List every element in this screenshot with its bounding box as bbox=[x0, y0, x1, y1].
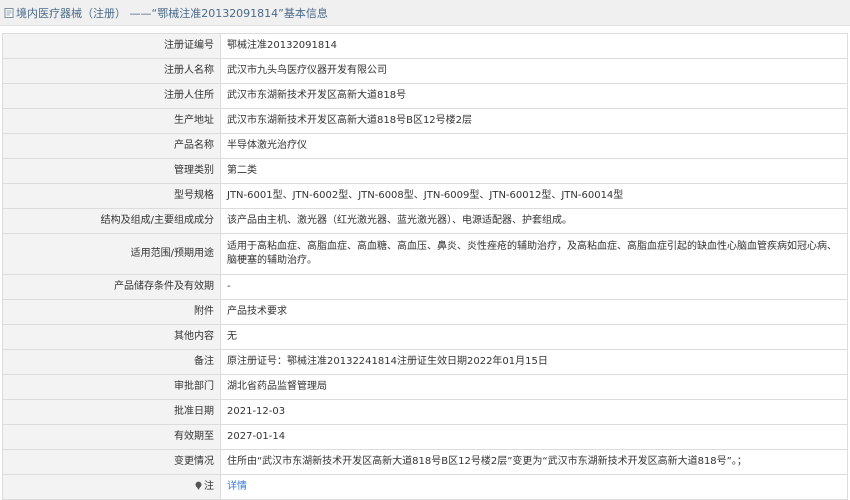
field-value: 第二类 bbox=[220, 158, 848, 184]
table-row-note: 注 详情 bbox=[2, 474, 848, 500]
field-value: 原注册证号：鄂械注准20132241814注册证生效日期2022年01月15日 bbox=[220, 349, 848, 375]
field-value: 武汉市东湖新技术开发区高新大道818号B区12号楼2层 bbox=[220, 108, 848, 134]
field-label: 注册证编号 bbox=[2, 33, 221, 59]
field-value: 该产品由主机、激光器（红光激光器、蓝光激光器）、电源适配器、护套组成。 bbox=[220, 208, 848, 234]
table-row: 结构及组成/主要组成成分 该产品由主机、激光器（红光激光器、蓝光激光器）、电源适… bbox=[2, 208, 848, 234]
field-value: 适用于高粘血症、高脂血症、高血糖、高血压、鼻炎、炎性痤疮的辅助治疗，及高粘血症、… bbox=[220, 233, 848, 275]
field-value: 住所由“武汉市东湖新技术开发区高新大道818号B区12号楼2层”变更为“武汉市东… bbox=[220, 449, 848, 475]
info-table: 注册证编号 鄂械注准20132091814 注册人名称 武汉市九头鸟医疗仪器开发… bbox=[2, 33, 848, 500]
field-label: 其他内容 bbox=[2, 324, 221, 350]
field-label: 备注 bbox=[2, 349, 221, 375]
table-row: 其他内容 无 bbox=[2, 324, 848, 350]
table-row: 生产地址 武汉市东湖新技术开发区高新大道818号B区12号楼2层 bbox=[2, 108, 848, 134]
field-label: 批准日期 bbox=[2, 399, 221, 425]
field-value: JTN-6001型、JTN-6002型、JTN-6008型、JTN-6009型、… bbox=[220, 183, 848, 209]
table-row: 注册人名称 武汉市九头鸟医疗仪器开发有限公司 bbox=[2, 58, 848, 84]
field-label: 适用范围/预期用途 bbox=[2, 233, 221, 275]
details-link[interactable]: 详情 bbox=[227, 481, 247, 492]
field-label: 生产地址 bbox=[2, 108, 221, 134]
table-row: 附件 产品技术要求 bbox=[2, 299, 848, 325]
field-label: 产品储存条件及有效期 bbox=[2, 274, 221, 300]
field-value: 湖北省药品监督管理局 bbox=[220, 374, 848, 400]
table-row: 备注 原注册证号：鄂械注准20132241814注册证生效日期2022年01月1… bbox=[2, 349, 848, 375]
note-value-cell: 详情 bbox=[220, 474, 848, 500]
table-row: 管理类别 第二类 bbox=[2, 158, 848, 184]
field-value: 武汉市九头鸟医疗仪器开发有限公司 bbox=[220, 58, 848, 84]
field-label: 注册人名称 bbox=[2, 58, 221, 84]
field-value: 半导体激光治疗仪 bbox=[220, 133, 848, 159]
table-row: 审批部门 湖北省药品监督管理局 bbox=[2, 374, 848, 400]
field-label: 有效期至 bbox=[2, 424, 221, 450]
note-label: 注 bbox=[204, 481, 214, 492]
table-row: 产品储存条件及有效期 - bbox=[2, 274, 848, 300]
page-title-bar: 境内医疗器械（注册） ——“鄂械注准20132091814”基本信息 bbox=[0, 0, 850, 26]
field-label: 附件 bbox=[2, 299, 221, 325]
field-value: 鄂械注准20132091814 bbox=[220, 33, 848, 59]
table-row: 注册人住所 武汉市东湖新技术开发区高新大道818号 bbox=[2, 83, 848, 109]
field-label: 注册人住所 bbox=[2, 83, 221, 109]
field-label: 型号规格 bbox=[2, 183, 221, 209]
field-value: 武汉市东湖新技术开发区高新大道818号 bbox=[220, 83, 848, 109]
page-title: 境内医疗器械（注册） ——“鄂械注准20132091814”基本信息 bbox=[16, 6, 328, 20]
field-label: 产品名称 bbox=[2, 133, 221, 159]
table-row: 有效期至 2027-01-14 bbox=[2, 424, 848, 450]
field-label: 变更情况 bbox=[2, 449, 221, 475]
field-value: 2027-01-14 bbox=[220, 424, 848, 450]
table-row: 批准日期 2021-12-03 bbox=[2, 399, 848, 425]
table-row: 产品名称 半导体激光治疗仪 bbox=[2, 133, 848, 159]
table-row: 型号规格 JTN-6001型、JTN-6002型、JTN-6008型、JTN-6… bbox=[2, 183, 848, 209]
field-label: 管理类别 bbox=[2, 158, 221, 184]
table-row: 变更情况 住所由“武汉市东湖新技术开发区高新大道818号B区12号楼2层”变更为… bbox=[2, 449, 848, 475]
table-row: 注册证编号 鄂械注准20132091814 bbox=[2, 33, 848, 59]
field-label: 结构及组成/主要组成成分 bbox=[2, 208, 221, 234]
info-marker-icon bbox=[195, 481, 202, 490]
table-row: 适用范围/预期用途 适用于高粘血症、高脂血症、高血糖、高血压、鼻炎、炎性痤疮的辅… bbox=[2, 233, 848, 275]
field-value: 无 bbox=[220, 324, 848, 350]
document-icon bbox=[4, 7, 14, 18]
field-label: 审批部门 bbox=[2, 374, 221, 400]
note-label-cell: 注 bbox=[2, 474, 221, 500]
field-value: 2021-12-03 bbox=[220, 399, 848, 425]
field-value: 产品技术要求 bbox=[220, 299, 848, 325]
field-value: - bbox=[220, 274, 848, 300]
